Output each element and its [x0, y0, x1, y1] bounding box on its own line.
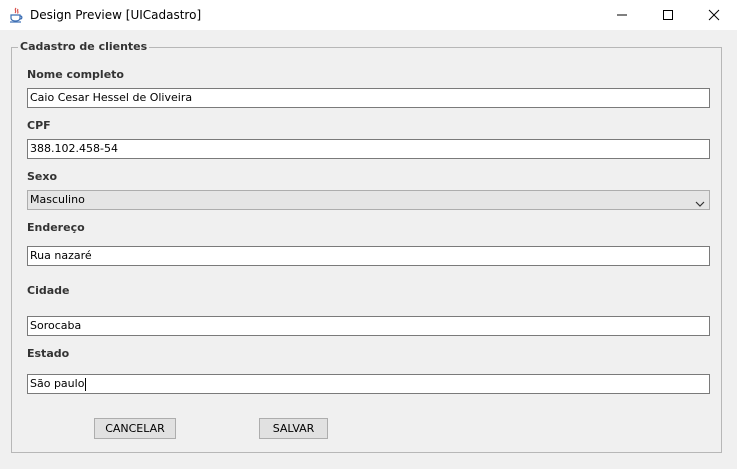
city-input[interactable]: Sorocaba [27, 316, 710, 336]
state-input-value: São paulo [30, 377, 85, 390]
java-cup-icon [8, 7, 24, 23]
window-title: Design Preview [UICadastro] [30, 8, 202, 22]
state-input[interactable]: São paulo [27, 374, 710, 394]
cancel-button[interactable]: CANCELAR [94, 418, 176, 439]
state-label: Estado [27, 347, 70, 360]
cpf-input[interactable]: 388.102.458-54 [27, 139, 710, 159]
full-name-input[interactable]: Caio Cesar Hessel de Oliveira [27, 88, 710, 108]
cpf-label: CPF [27, 119, 51, 132]
full-name-label: Nome completo [27, 68, 124, 81]
sex-select[interactable]: Masculino [27, 190, 710, 210]
title-bar[interactable]: Design Preview [UICadastro] [0, 0, 737, 30]
group-title: Cadastro de clientes [18, 39, 150, 55]
close-button[interactable] [691, 0, 737, 30]
city-label: Cidade [27, 284, 70, 297]
maximize-button[interactable] [645, 0, 691, 30]
sex-label: Sexo [27, 170, 58, 183]
address-input[interactable]: Rua nazaré [27, 246, 710, 266]
minimize-button[interactable] [599, 0, 645, 30]
sex-selected-value: Masculino [30, 193, 85, 206]
app-window: Design Preview [UICadastro] Cadastro de … [0, 0, 737, 469]
text-caret [85, 377, 87, 391]
save-button[interactable]: SALVAR [259, 418, 328, 439]
address-label: Endereço [27, 221, 85, 234]
chevron-down-icon[interactable] [695, 196, 705, 207]
